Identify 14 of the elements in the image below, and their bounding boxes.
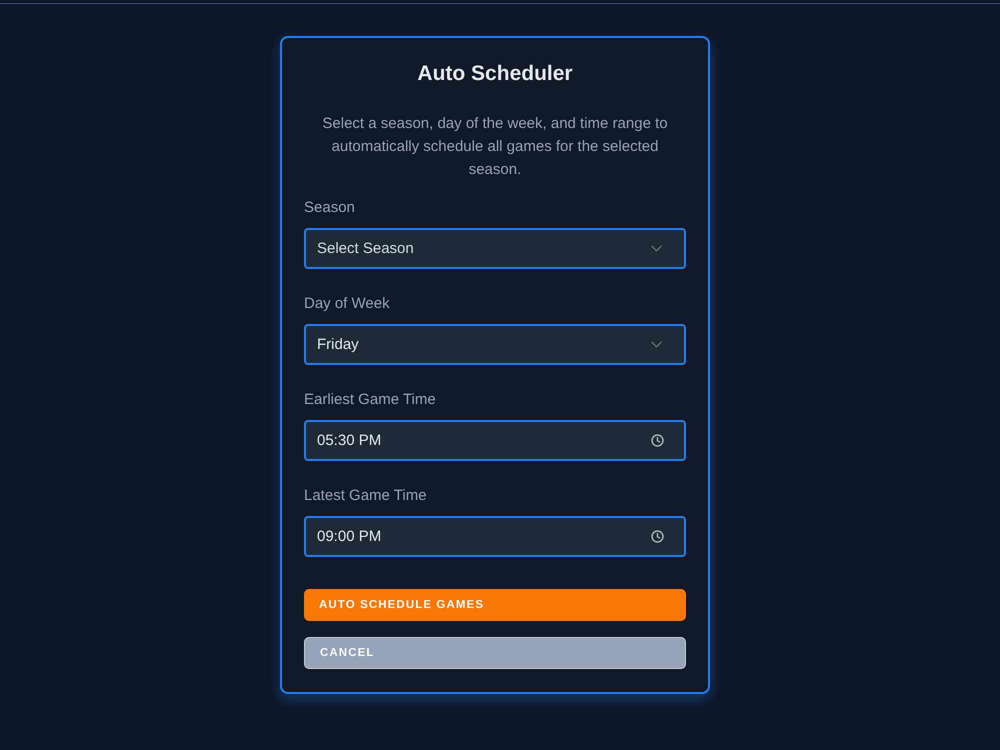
field-label: Day of Week [304,294,390,314]
dialog-description: Select a season, day of the week, and time range to automatically schedule all games for the selected season. [321,114,669,180]
time-field[interactable]: 05:30 PM [304,420,686,461]
select-field[interactable]: Friday [304,324,686,365]
chevron-down-icon [651,245,662,252]
field-label: Latest Game Time [304,486,427,506]
field-label: Earliest Game Time [304,390,436,410]
clock-icon [651,530,664,543]
chevron-down-icon [651,341,662,348]
field-label: Season [304,198,355,218]
time-field[interactable]: 09:00 PM [304,516,686,557]
dialog-title: Auto Scheduler [416,61,574,87]
clock-icon [651,434,664,447]
select-field[interactable]: Select Season [304,228,686,269]
